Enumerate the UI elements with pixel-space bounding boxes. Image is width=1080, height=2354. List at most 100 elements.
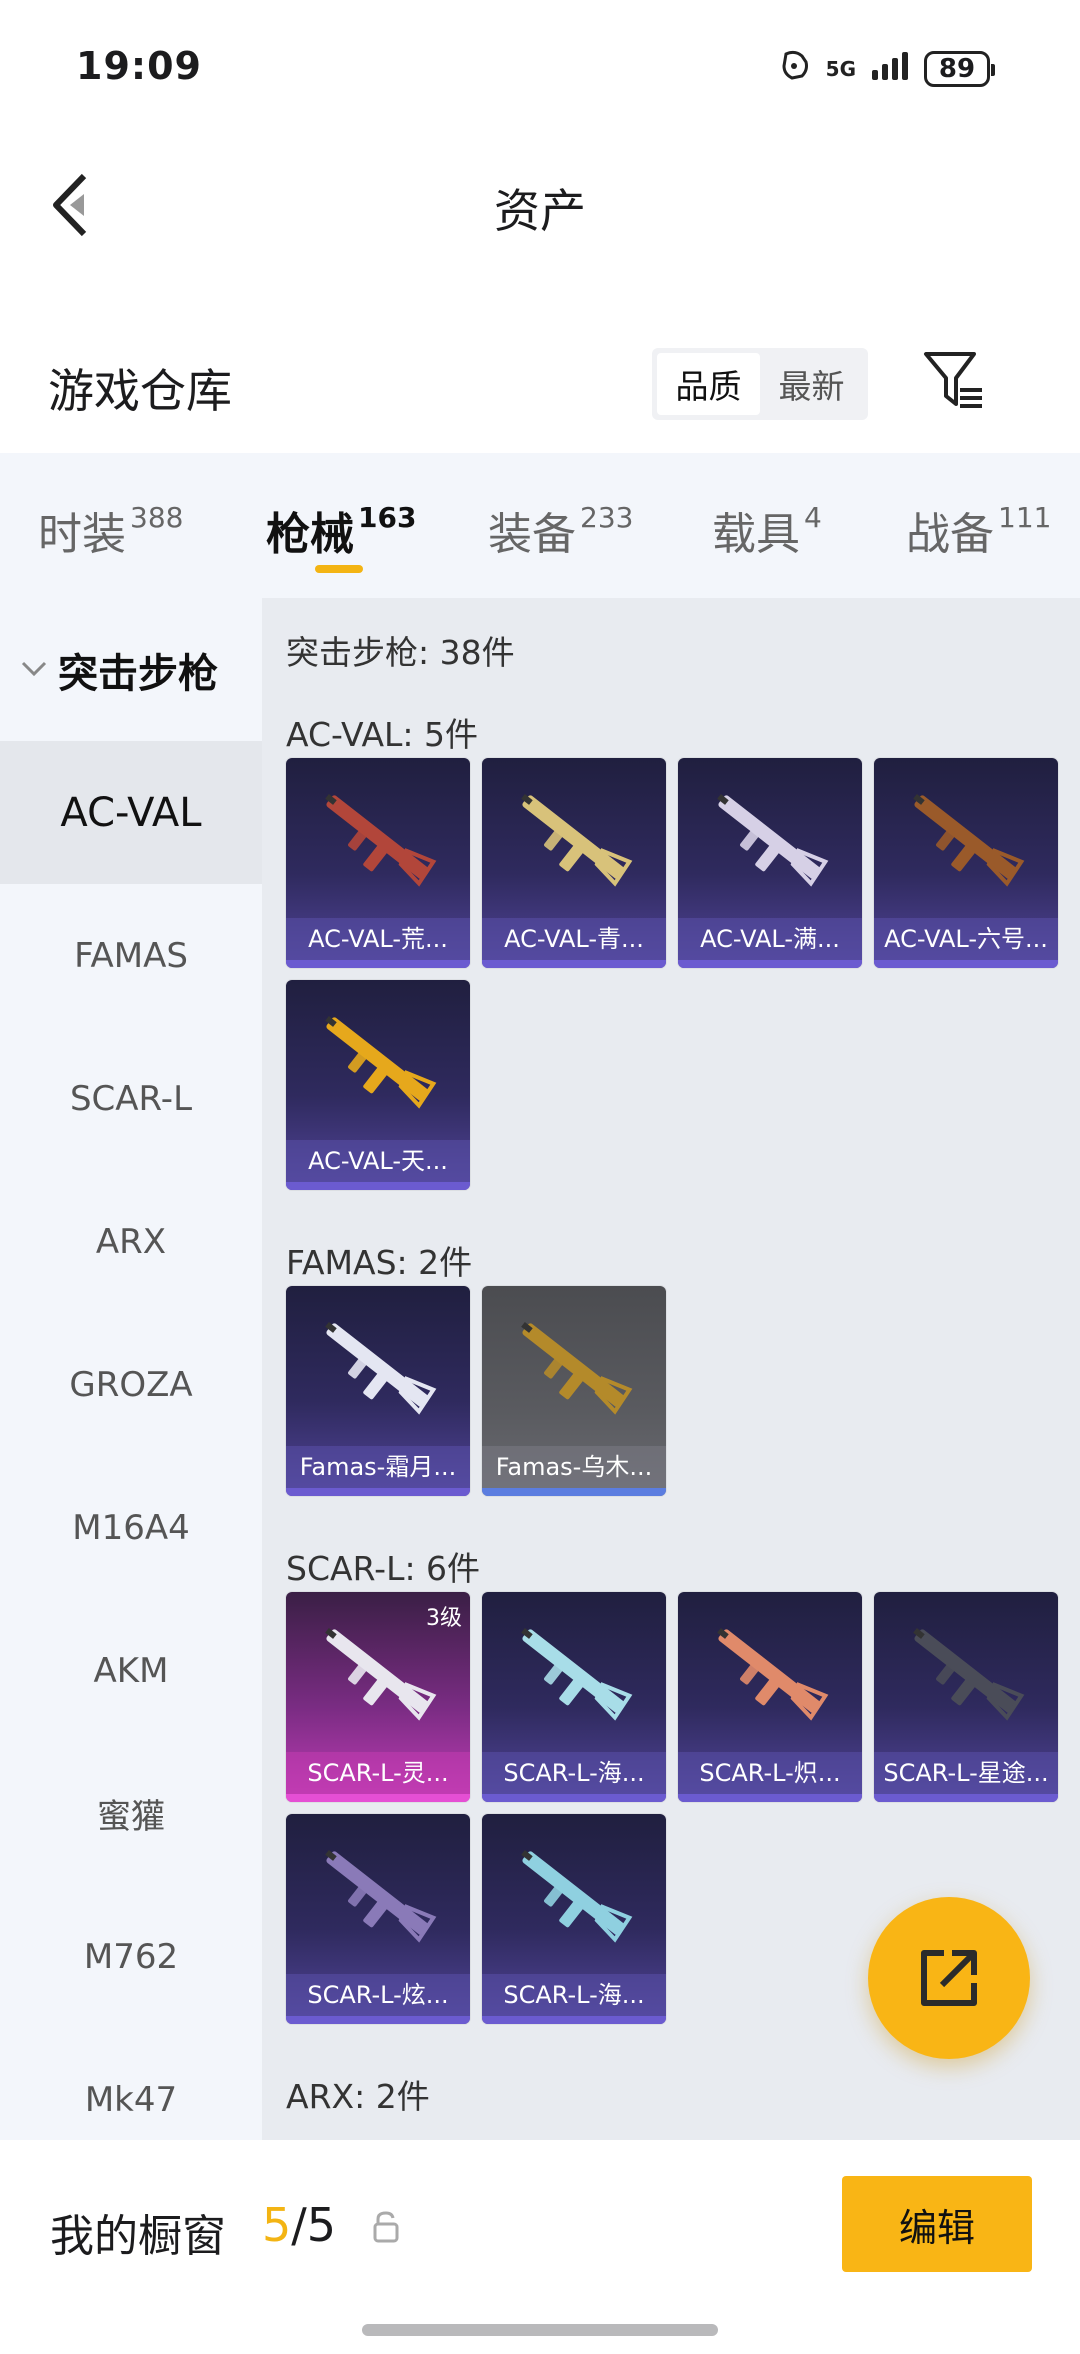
quality-bar [482,2016,666,2024]
rifle-icon [717,794,829,887]
weapon-card[interactable]: 3级 SCAR-L-灵... [286,1592,470,1802]
quality-bar [874,1794,1058,1802]
rifle-icon [521,1850,633,1943]
weapon-name: SCAR-L-炽... [678,1752,862,1794]
tab-equipment[interactable]: 装备 233 [488,498,633,562]
quality-bar [678,960,862,968]
tab-guns[interactable]: 枪械 163 [266,498,416,562]
rifle-icon [717,1628,829,1721]
weapon-name: SCAR-L-炫... [286,1974,470,2016]
rifle-icon [521,1322,633,1415]
rifle-icon [325,1016,437,1109]
weapon-name: SCAR-L-海... [482,1974,666,2016]
weapon-card[interactable]: SCAR-L-海... [482,1814,666,2024]
weapon-card[interactable]: AC-VAL-六号... [874,758,1058,968]
weapon-card[interactable]: SCAR-L-星途... [874,1592,1058,1802]
quality-bar [286,1182,470,1190]
weapon-name: SCAR-L-灵... [286,1752,470,1794]
group-title: FAMAS: 2件 [286,1243,473,1282]
edit-button[interactable]: 编辑 [842,2176,1032,2272]
weapon-card[interactable]: Famas-乌木... [482,1286,666,1496]
quality-bar [286,1488,470,1496]
sidebar-item-m16a4[interactable]: M16A4 [0,1456,262,1599]
rifle-icon [521,794,633,887]
rifle-icon [913,794,1025,887]
category-tabs: 时装 388 枪械 163 装备 233 载具 4 战备 111 [0,453,1080,598]
quality-bar [482,1488,666,1496]
status-bar: 19:09 5G 89 [0,0,1080,140]
weapon-sidebar: 突击步枪 AC-VAL FAMAS SCAR-L ARX GROZA M16A4… [0,598,262,2140]
weapon-name: SCAR-L-海... [482,1752,666,1794]
chevron-down-icon [20,653,48,686]
sidebar-item-honey-badger[interactable]: 蜜獾 [0,1742,262,1885]
home-indicator[interactable] [362,2324,718,2336]
weapon-card[interactable]: AC-VAL-青... [482,758,666,968]
sidebar-item-ac-val[interactable]: AC-VAL [0,741,262,884]
quality-bar [286,960,470,968]
sidebar-group-label: 突击步枪 [58,650,218,697]
rifle-icon [913,1628,1025,1721]
sidebar-item-m762[interactable]: M762 [0,1885,262,2028]
bottom-bar: 我的橱窗 5/5 编辑 [0,2140,1080,2354]
sidebar-group-assault-rifle[interactable]: 突击步枪 [0,598,262,741]
section-title: 游戏仓库 [48,364,232,418]
sidebar-item-mk47[interactable]: Mk47 [0,2028,262,2140]
sidebar-item-akm[interactable]: AKM [0,1599,262,1742]
sort-toggle: 品质 最新 [652,348,868,420]
tab-active-indicator [315,565,363,573]
sidebar-item-famas[interactable]: FAMAS [0,884,262,1027]
tab-vehicles[interactable]: 载具 4 [712,498,822,562]
weapon-card[interactable]: Famas-霜月... [286,1286,470,1496]
quality-bar [678,1794,862,1802]
weapon-name: AC-VAL-满... [678,918,862,960]
showcase-label: 我的橱窗 [50,2211,226,2262]
signal-icon [870,52,910,86]
rifle-icon [325,1850,437,1943]
status-time: 19:09 [76,44,202,88]
external-link-icon [921,1950,977,2006]
sidebar-item-scar-l[interactable]: SCAR-L [0,1027,262,1170]
status-icons: 5G 89 [778,48,995,90]
weapon-name: SCAR-L-星途... [874,1752,1058,1794]
page-title: 资产 [494,184,586,238]
weapon-card[interactable]: AC-VAL-天... [286,980,470,1190]
weapon-card[interactable]: SCAR-L-炽... [678,1592,862,1802]
weapon-name: AC-VAL-六号... [874,918,1058,960]
quality-bar [482,1794,666,1802]
app-notification-icon [778,48,812,90]
weapon-name: AC-VAL-天... [286,1140,470,1182]
weapon-card[interactable]: AC-VAL-荒... [286,758,470,968]
weapon-card[interactable]: SCAR-L-炫... [286,1814,470,2024]
sidebar-item-arx[interactable]: ARX [0,1170,262,1313]
group-title: SCAR-L: 6件 [286,1549,481,1588]
weapon-card[interactable]: SCAR-L-海... [482,1592,666,1802]
battery-indicator: 89 [924,51,995,87]
quality-bar [286,1794,470,1802]
category-count: 突击步枪: 38件 [286,633,515,672]
weapon-name: AC-VAL-青... [482,918,666,960]
quality-bar [874,960,1058,968]
weapon-name: AC-VAL-荒... [286,918,470,960]
network-type: 5G [825,57,856,81]
share-button[interactable] [868,1897,1030,2059]
quality-bar [482,960,666,968]
quality-bar [286,2016,470,2024]
lock-icon [372,2210,400,2244]
tab-fashion[interactable]: 时装 388 [38,498,183,562]
filter-icon[interactable] [922,350,986,412]
group-title: AC-VAL: 5件 [286,715,479,754]
level-badge: 3级 [426,1606,462,1631]
sidebar-item-groza[interactable]: GROZA [0,1313,262,1456]
rifle-icon [325,1628,437,1721]
rifle-icon [521,1628,633,1721]
group-title: ARX: 2件 [286,2077,430,2116]
weapon-name: Famas-乌木... [482,1446,666,1488]
sort-option-newest[interactable]: 最新 [760,353,863,415]
weapon-card[interactable]: AC-VAL-满... [678,758,862,968]
rifle-icon [325,794,437,887]
sort-option-quality[interactable]: 品质 [657,353,760,415]
showcase-count: 5/5 [262,2198,337,2252]
tab-supplies[interactable]: 战备 111 [906,498,1051,562]
weapon-name: Famas-霜月... [286,1446,470,1488]
rifle-icon [325,1322,437,1415]
